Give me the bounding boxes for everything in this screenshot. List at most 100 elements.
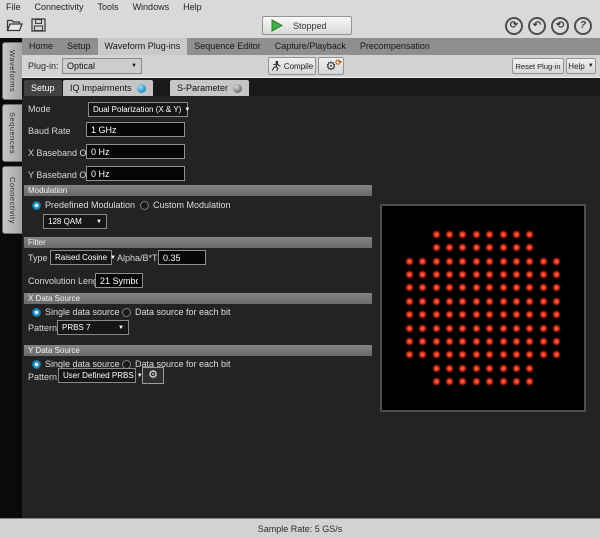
plugin-select[interactable]: Optical ▼ xyxy=(62,58,142,74)
menu-connectivity[interactable]: Connectivity xyxy=(35,2,84,12)
play-icon xyxy=(270,19,283,32)
constellation-dot xyxy=(406,284,413,291)
side-tab-sequences[interactable]: Sequences xyxy=(2,104,22,162)
constellation-dot xyxy=(553,258,560,265)
constellation-dot xyxy=(406,298,413,305)
x-pattern-label: Pattern xyxy=(28,323,57,333)
x-single-source-label[interactable]: Single data source xyxy=(45,307,120,317)
tab-capture-playback[interactable]: Capture/Playback xyxy=(268,38,353,55)
open-file-button[interactable] xyxy=(3,16,26,38)
constellation-dot xyxy=(540,325,547,332)
side-tab-sequences-label: Sequences xyxy=(8,112,17,154)
baud-rate-input[interactable] xyxy=(86,122,185,137)
constellation-dot xyxy=(526,258,533,265)
y-baseband-offset-input[interactable] xyxy=(86,166,185,181)
constellation-dot xyxy=(513,244,520,251)
custom-modulation-radio[interactable] xyxy=(140,201,149,210)
plugin-help-button[interactable]: Help ▼ xyxy=(566,58,596,74)
constellation-dot xyxy=(500,284,507,291)
restart-icon[interactable]: ⟲ xyxy=(551,17,569,35)
reset-plugin-button[interactable]: Reset Plug-in xyxy=(512,58,564,74)
menu-file[interactable]: File xyxy=(6,2,21,12)
subtab-iq-impairments[interactable]: IQ Impairments xyxy=(63,80,153,96)
constellation-dot xyxy=(406,271,413,278)
constellation-dot xyxy=(433,365,440,372)
tab-sequence-editor[interactable]: Sequence Editor xyxy=(187,38,268,55)
compile-settings-button[interactable]: ⚙ ⟳ xyxy=(318,57,344,75)
menu-help[interactable]: Help xyxy=(183,2,202,12)
constellation-dot xyxy=(433,258,440,265)
x-per-bit-radio[interactable] xyxy=(122,308,131,317)
predefined-modulation-label[interactable]: Predefined Modulation xyxy=(45,200,135,210)
toolbar: Stopped ⟳ ↶ ⟲ ? xyxy=(0,14,600,38)
x-single-source-radio[interactable] xyxy=(32,308,41,317)
constellation-dot xyxy=(553,351,560,358)
constellation-dot xyxy=(500,351,507,358)
constellation-dot xyxy=(500,311,507,318)
constellation-dot xyxy=(473,258,480,265)
constellation-dot xyxy=(446,351,453,358)
constellation-dot xyxy=(446,298,453,305)
predefined-modulation-radio[interactable] xyxy=(32,201,41,210)
mode-label: Mode xyxy=(28,104,51,114)
constellation-dot xyxy=(459,365,466,372)
save-icon xyxy=(31,18,46,37)
undo-icon[interactable]: ↶ xyxy=(528,17,546,35)
y-pattern-settings-button[interactable]: ⚙ xyxy=(142,367,164,384)
x-pattern-value: PRBS 7 xyxy=(62,323,90,332)
constellation-dot xyxy=(526,338,533,345)
subtab-setup-label: Setup xyxy=(31,83,55,93)
save-button[interactable] xyxy=(27,16,50,38)
side-tab-connectivity[interactable]: Connectivity xyxy=(2,166,22,234)
constellation-dot xyxy=(406,311,413,318)
x-baseband-offset-input[interactable] xyxy=(86,144,185,159)
menu-windows[interactable]: Windows xyxy=(133,2,170,12)
constellation-dot xyxy=(486,378,493,385)
constellation-dot xyxy=(513,231,520,238)
constellation-dot xyxy=(526,325,533,332)
constellation-dot xyxy=(553,338,560,345)
constellation-dot xyxy=(540,298,547,305)
constellation-dot xyxy=(486,231,493,238)
tab-home[interactable]: Home xyxy=(22,38,60,55)
custom-modulation-label[interactable]: Custom Modulation xyxy=(153,200,231,210)
mode-select[interactable]: Dual Polarization (X & Y) ▼ xyxy=(88,102,188,117)
constellation-dot xyxy=(446,244,453,251)
plugin-label: Plug-in: xyxy=(28,61,59,71)
constellation-dot xyxy=(540,338,547,345)
constellation-dot xyxy=(446,258,453,265)
x-pattern-select[interactable]: PRBS 7 ▼ xyxy=(57,320,129,335)
y-pattern-label: Pattern xyxy=(28,372,57,382)
constellation-dot xyxy=(446,231,453,238)
subtab-s-parameter[interactable]: S-Parameter xyxy=(170,80,249,96)
constellation-dot xyxy=(473,244,480,251)
tab-waveform-plugins[interactable]: Waveform Plug-ins xyxy=(98,38,188,55)
plugin-sub-tab-bar: Setup IQ Impairments S-Parameter xyxy=(22,78,600,96)
run-state-button[interactable]: Stopped xyxy=(262,16,352,35)
y-single-source-radio[interactable] xyxy=(32,360,41,369)
convolution-length-input[interactable] xyxy=(95,273,143,288)
alpha-input[interactable] xyxy=(158,250,206,265)
x-per-bit-label[interactable]: Data source for each bit xyxy=(135,307,231,317)
constellation-dot xyxy=(513,338,520,345)
modulation-scheme-select[interactable]: 128 QAM ▼ xyxy=(43,214,107,229)
side-tab-waveforms-label: Waveforms xyxy=(8,50,17,92)
main-tab-bar: Home Setup Waveform Plug-ins Sequence Ed… xyxy=(22,38,600,55)
plugin-content-panel: Setup IQ Impairments S-Parameter Mode Du… xyxy=(22,78,600,518)
caret-down-icon: ▼ xyxy=(118,325,124,331)
compile-button[interactable]: Compile xyxy=(268,57,316,75)
side-tab-waveforms[interactable]: Waveforms xyxy=(2,42,22,100)
tab-precompensation[interactable]: Precompensation xyxy=(353,38,437,55)
filter-type-select[interactable]: Raised Cosine ▼ xyxy=(50,250,112,265)
subtab-setup[interactable]: Setup xyxy=(24,80,62,96)
tab-setup[interactable]: Setup xyxy=(60,38,98,55)
about-help-icon[interactable]: ? xyxy=(574,17,592,35)
constellation-dot xyxy=(540,351,547,358)
caret-down-icon: ▼ xyxy=(96,219,102,225)
subtab-sparam-label: S-Parameter xyxy=(177,83,228,93)
menu-tools[interactable]: Tools xyxy=(98,2,119,12)
filter-type-label: Type xyxy=(28,253,48,263)
constellation-dot xyxy=(526,231,533,238)
y-pattern-select[interactable]: User Defined PRBS ▼ xyxy=(58,368,136,383)
refresh-icon[interactable]: ⟳ xyxy=(505,17,523,35)
